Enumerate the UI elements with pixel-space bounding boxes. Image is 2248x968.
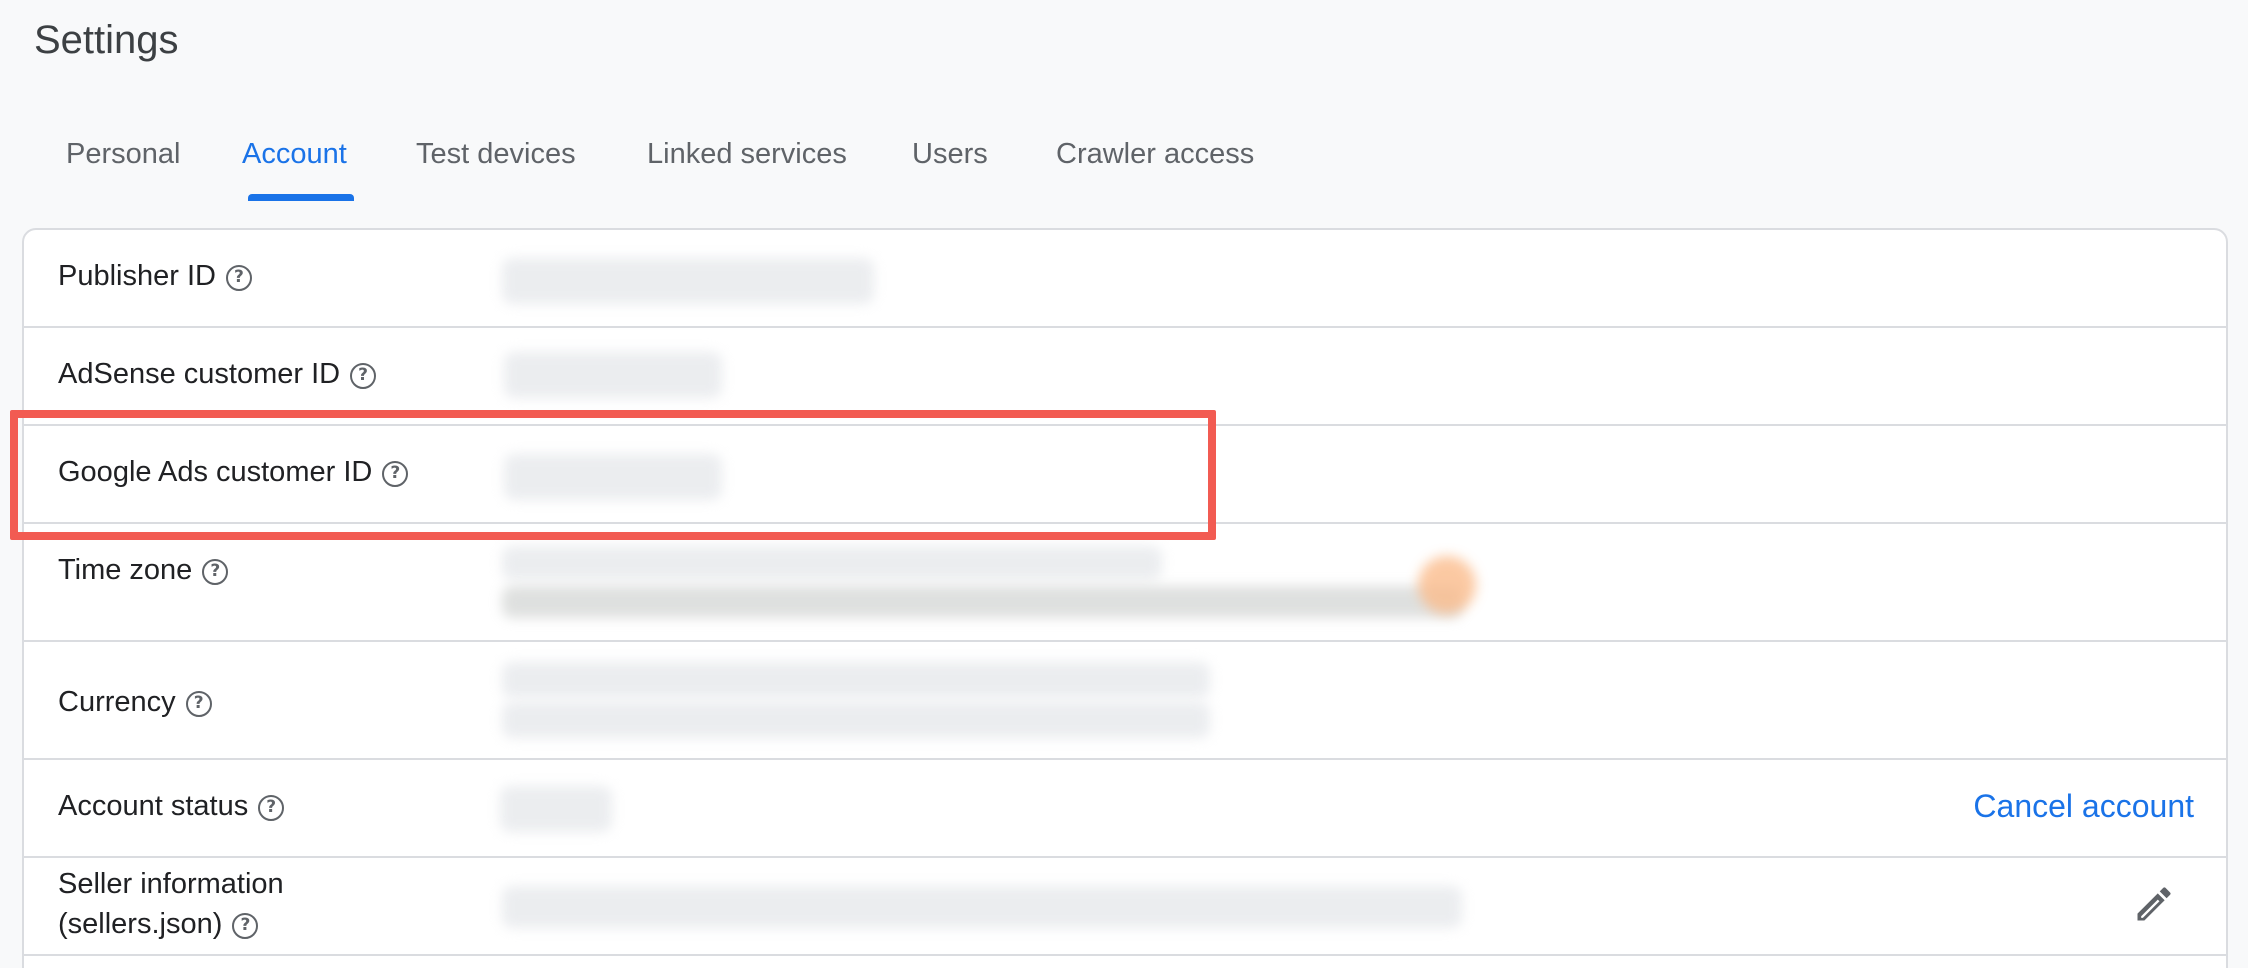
- account-status-value-redacted: [500, 786, 612, 832]
- help-circle-icon[interactable]: ?: [202, 559, 229, 585]
- time-zone-value-redacted-line2: [502, 586, 1462, 618]
- page-title: Settings: [34, 18, 179, 62]
- account-status-label: Account status?: [58, 786, 285, 826]
- tab-personal[interactable]: Personal: [34, 126, 212, 183]
- currency-label: Currency?: [58, 682, 212, 722]
- pencil-icon: [2137, 887, 2171, 921]
- adsense-customer-id-label-text: AdSense customer ID: [58, 358, 341, 390]
- active-tab-indicator: [248, 194, 354, 201]
- seller-information-value-redacted: [502, 886, 1462, 928]
- help-circle-icon[interactable]: ?: [258, 795, 285, 821]
- adsense-customer-id-label: AdSense customer ID?: [58, 354, 377, 394]
- row-time-zone: Time zone?: [24, 524, 2228, 642]
- help-circle-icon[interactable]: ?: [185, 691, 212, 717]
- help-circle-icon[interactable]: ?: [232, 913, 259, 939]
- publisher-id-label: Publisher ID?: [58, 256, 252, 296]
- adsense-customer-id-value-redacted: [504, 352, 722, 398]
- time-zone-value-redacted-line1: [502, 546, 1162, 580]
- tab-test-devices[interactable]: Test devices: [384, 126, 608, 183]
- currency-value-redacted-line2: [502, 702, 1210, 738]
- highlight-box-google-ads-customer-id: [10, 410, 1216, 540]
- time-zone-label: Time zone?: [58, 550, 229, 590]
- row-publisher-id: Publisher ID?: [24, 230, 2228, 328]
- row-account-status: Account status? Cancel account: [24, 760, 2228, 858]
- edit-seller-information-button[interactable]: [2132, 882, 2176, 926]
- row-seller-information: Seller information (sellers.json)?: [24, 858, 2228, 956]
- tab-crawler-access[interactable]: Crawler access: [1024, 126, 1286, 183]
- seller-information-label-line2-wrap: (sellers.json)?: [58, 904, 284, 944]
- seller-information-label: Seller information (sellers.json)?: [58, 864, 284, 944]
- account-settings-card: Publisher ID? AdSense customer ID? Googl…: [22, 228, 2228, 968]
- seller-information-label-line1: Seller information: [58, 868, 284, 900]
- time-zone-value-redacted-spot: [1418, 556, 1476, 614]
- tab-linked-services[interactable]: Linked services: [615, 126, 879, 183]
- account-status-label-text: Account status: [58, 790, 249, 822]
- publisher-id-value-redacted: [502, 258, 874, 304]
- row-currency: Currency?: [24, 642, 2228, 760]
- publisher-id-label-text: Publisher ID: [58, 260, 216, 292]
- tab-users[interactable]: Users: [880, 126, 1020, 183]
- seller-information-label-line2: (sellers.json): [58, 908, 223, 940]
- currency-label-text: Currency: [58, 686, 176, 718]
- help-circle-icon[interactable]: ?: [350, 363, 377, 389]
- time-zone-label-text: Time zone: [58, 554, 193, 586]
- cancel-account-link[interactable]: Cancel account: [1973, 788, 2194, 825]
- tab-account[interactable]: Account: [210, 126, 379, 183]
- currency-value-redacted-line1: [502, 662, 1210, 698]
- settings-page: Settings Personal Account Test devices L…: [0, 0, 2248, 968]
- help-circle-icon[interactable]: ?: [225, 265, 252, 291]
